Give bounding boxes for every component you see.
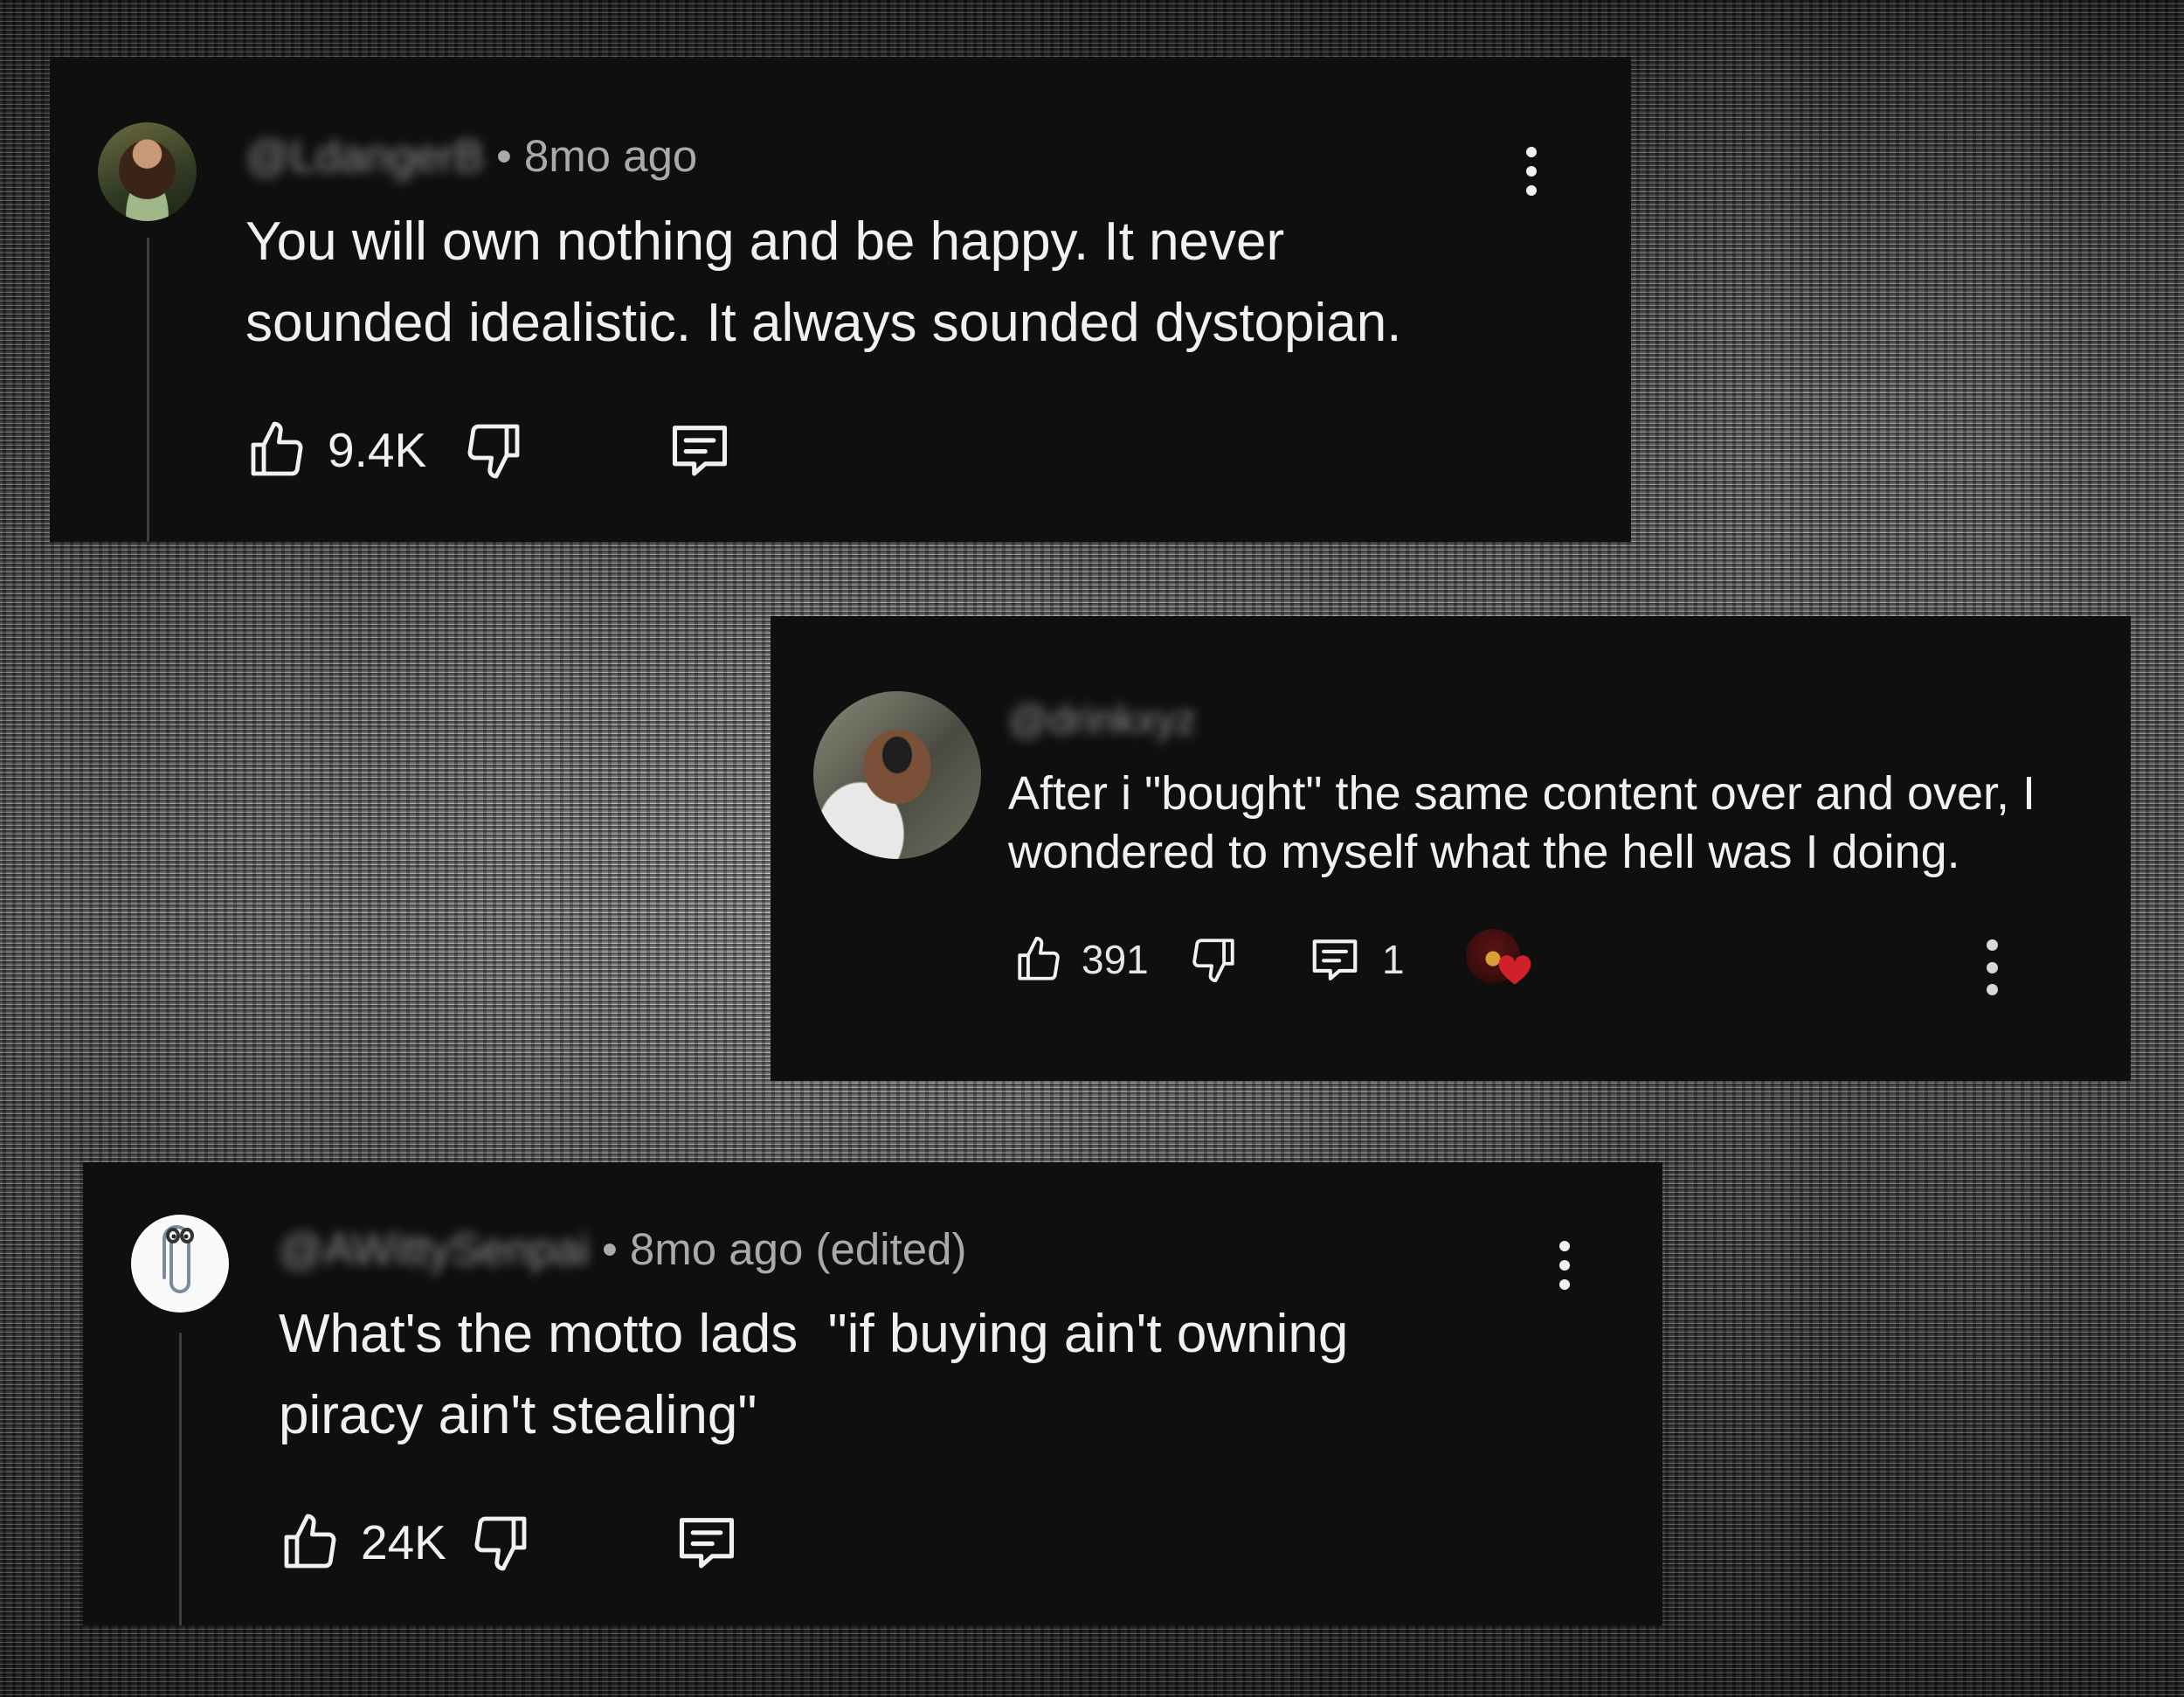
comment-text: After i "bought" the same content over a… (1008, 767, 2036, 878)
creator-heart-icon (1465, 929, 1536, 990)
thread-line (179, 1333, 182, 1625)
comment-meta: @drinkxyz (1008, 693, 1196, 745)
reply-bubble-icon[interactable] (672, 1509, 742, 1576)
reply-bubble-icon[interactable] (1307, 932, 1363, 987)
comment-meta: @LdangerB • 8mo ago (245, 128, 697, 184)
thumbs-up-icon[interactable] (245, 417, 308, 483)
comment-card: @AWittySenpai • 8mo ago (edited) What's th… (83, 1162, 1662, 1625)
author-handle[interactable]: @AWittySenpai (279, 1224, 590, 1274)
comment-actions: 24K (279, 1507, 742, 1577)
thumbs-up-icon[interactable] (279, 1509, 342, 1576)
thumbs-down-icon[interactable] (462, 417, 525, 483)
meta-separator: • (602, 1224, 618, 1274)
avatar[interactable] (98, 122, 197, 221)
like-count: 24K (361, 1515, 446, 1569)
comment-actions: 9.4K (245, 415, 735, 485)
meta-separator: • (495, 131, 512, 181)
author-handle[interactable]: @LdangerB (245, 131, 484, 181)
comment-card: @drinkxyz After i "bought" the same cont… (771, 616, 2131, 1081)
comment-text: You will own nothing and be happy. It ne… (245, 211, 1402, 353)
thumbs-up-icon[interactable] (1013, 932, 1064, 987)
reply-bubble-icon[interactable] (665, 417, 735, 483)
reply-count[interactable]: 1 (1382, 936, 1405, 983)
avatar[interactable] (131, 1215, 229, 1313)
timestamp[interactable]: 8mo ago (524, 131, 697, 181)
author-handle[interactable]: @drinkxyz (1008, 696, 1196, 742)
thumbs-down-icon[interactable] (1188, 932, 1239, 987)
like-count: 391 (1082, 937, 1149, 982)
more-vertical-icon[interactable] (1524, 147, 1538, 196)
avatar[interactable] (813, 691, 981, 859)
thread-line (147, 238, 149, 542)
timestamp[interactable]: 8mo ago (edited) (630, 1224, 967, 1274)
comment-card: @LdangerB • 8mo ago You will own nothing a… (50, 57, 1631, 542)
thumbs-down-icon[interactable] (469, 1509, 532, 1576)
paperclip-icon (162, 1225, 194, 1293)
more-vertical-icon[interactable] (1558, 1241, 1572, 1290)
comment-text: What's the motto lads "if buying ain't o… (279, 1304, 1349, 1445)
comment-meta: @AWittySenpai • 8mo ago (edited) (279, 1222, 966, 1278)
more-vertical-icon[interactable] (1985, 939, 1999, 995)
comment-actions: 391 1 (1013, 929, 1536, 990)
like-count: 9.4K (328, 423, 427, 477)
